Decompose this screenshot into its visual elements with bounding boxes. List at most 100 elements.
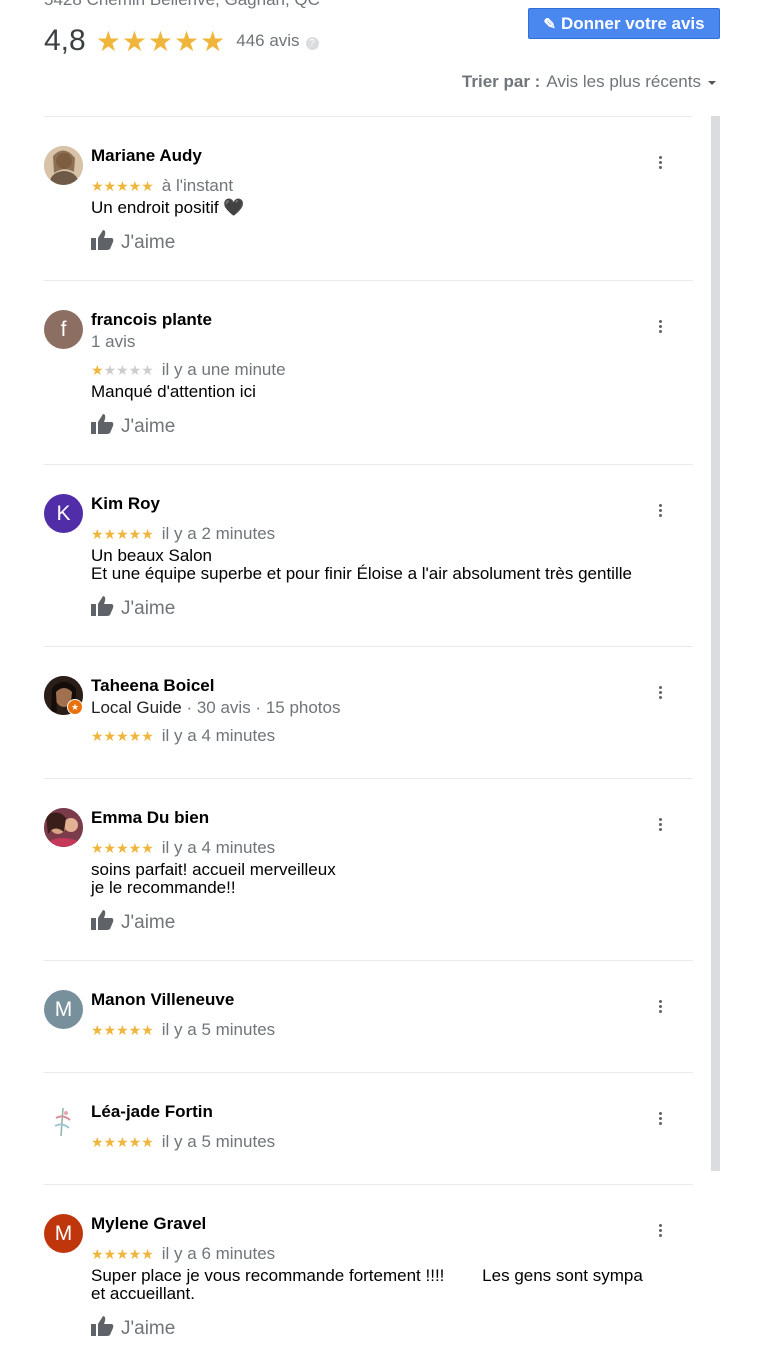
review-rating: ★★★★★ il y a 6 minutes bbox=[91, 1244, 275, 1264]
review-time: à l'instant bbox=[161, 176, 234, 195]
more-options-icon[interactable] bbox=[656, 503, 664, 518]
review-time: il y a 6 minutes bbox=[161, 1244, 276, 1263]
star-rating-icon: ★★★★★ bbox=[91, 840, 154, 857]
like-button[interactable]: J'aime bbox=[91, 595, 175, 623]
thumbs-up-icon bbox=[91, 413, 114, 441]
star-rating-icon: ★★★★★ bbox=[91, 526, 154, 543]
thumbs-up-icon bbox=[91, 909, 114, 937]
review-item: Emma Du bien ★★★★★ il y a 4 minutes soin… bbox=[44, 778, 693, 961]
review-item: M Mylene Gravel ★★★★★ il y a 6 minutes S… bbox=[44, 1184, 693, 1363]
thumbs-up-icon bbox=[91, 595, 114, 623]
review-text: Un endroit positif 🖤 bbox=[91, 198, 245, 217]
review-time: il y a une minute bbox=[161, 360, 286, 379]
sort-value: Avis les plus récents bbox=[546, 72, 701, 91]
review-rating: ★★★★★ il y a 2 minutes bbox=[91, 524, 275, 544]
sort-label: Trier par : bbox=[461, 72, 541, 91]
review-item: Mariane Audy ★★★★★ à l'instant Un endroi… bbox=[44, 116, 693, 281]
reviewer-name[interactable]: francois plante bbox=[91, 310, 212, 330]
stars-filled: ★ bbox=[91, 361, 104, 378]
review-text: soins parfait! accueil merveilleux je le… bbox=[91, 860, 336, 897]
review-rating: ★★★★★ il y a 5 minutes bbox=[91, 1132, 275, 1152]
review-time: il y a 5 minutes bbox=[161, 1020, 276, 1039]
write-review-button[interactable]: ✎ Donner votre avis bbox=[528, 8, 720, 39]
star-rating-icon: ★★★★★ bbox=[91, 178, 154, 195]
avatar[interactable]: f bbox=[44, 310, 83, 349]
reviewer-meta: 1 avis bbox=[91, 332, 136, 351]
more-options-icon[interactable] bbox=[656, 155, 664, 170]
reviewer-name[interactable]: Taheena Boicel bbox=[91, 676, 214, 696]
star-rating-icon: ★★★★★ bbox=[91, 728, 154, 745]
reviewer-name[interactable]: Manon Villeneuve bbox=[91, 990, 234, 1010]
avatar[interactable]: M bbox=[44, 990, 83, 1029]
more-options-icon[interactable] bbox=[656, 1223, 664, 1238]
reviewer-name[interactable]: Mariane Audy bbox=[91, 146, 202, 166]
like-button[interactable]: J'aime bbox=[91, 413, 175, 441]
stars-filled: ★★★★★ bbox=[91, 1133, 154, 1150]
stars-filled: ★★★★★ bbox=[91, 1245, 154, 1262]
reviewer-name[interactable]: Kim Roy bbox=[91, 494, 160, 514]
stars-filled: ★★★★★ bbox=[91, 177, 154, 194]
stars-filled: ★★★★★ bbox=[91, 525, 154, 542]
like-label: J'aime bbox=[121, 416, 176, 437]
review-item: f francois plante 1 avis ★★★★★ il y a un… bbox=[44, 280, 693, 465]
more-options-icon[interactable] bbox=[656, 319, 664, 334]
more-options-icon[interactable] bbox=[656, 685, 664, 700]
review-rating: ★★★★★ à l'instant bbox=[91, 176, 233, 196]
review-count-link[interactable]: 446 avis bbox=[236, 31, 299, 51]
review-time: il y a 4 minutes bbox=[161, 838, 276, 857]
stars-filled: ★★★★★ bbox=[91, 839, 154, 856]
review-item: Léa-jade Fortin ★★★★★ il y a 5 minutes bbox=[44, 1072, 693, 1185]
local-guide-label: Local Guide bbox=[91, 698, 182, 717]
review-item: ★ Taheena Boicel Local Guide · 30 avis ·… bbox=[44, 646, 693, 779]
avatar[interactable]: M bbox=[44, 1214, 83, 1253]
local-guide-badge-icon: ★ bbox=[67, 699, 83, 715]
review-time: il y a 2 minutes bbox=[161, 524, 276, 543]
more-options-icon[interactable] bbox=[656, 1111, 664, 1126]
rating-summary: 4,8 ★★★★★ 446 avis ? bbox=[44, 24, 319, 58]
reviewer-meta: Local Guide · 30 avis · 15 photos bbox=[91, 698, 341, 718]
scrollbar[interactable] bbox=[711, 116, 720, 1171]
like-label: J'aime bbox=[121, 1318, 176, 1339]
avatar[interactable] bbox=[44, 146, 83, 185]
avatar[interactable]: ★ bbox=[44, 676, 83, 715]
like-button[interactable]: J'aime bbox=[91, 229, 175, 257]
rating-score: 4,8 bbox=[44, 24, 86, 57]
like-button[interactable]: J'aime bbox=[91, 909, 175, 937]
like-button[interactable]: J'aime bbox=[91, 1315, 175, 1343]
caret-down-icon bbox=[708, 81, 716, 85]
more-options-icon[interactable] bbox=[656, 999, 664, 1014]
review-time: il y a 4 minutes bbox=[161, 726, 276, 745]
like-label: J'aime bbox=[121, 912, 176, 933]
reviewer-stats: · 30 avis · 15 photos bbox=[181, 698, 341, 717]
sort-dropdown[interactable]: Avis les plus récents bbox=[546, 72, 716, 92]
reviewer-name[interactable]: Emma Du bien bbox=[91, 808, 209, 828]
reviewer-name[interactable]: Mylene Gravel bbox=[91, 1214, 206, 1234]
more-options-icon[interactable] bbox=[656, 817, 664, 832]
review-text: Un beaux Salon Et une équipe superbe et … bbox=[91, 546, 632, 583]
reviewer-name[interactable]: Léa-jade Fortin bbox=[91, 1102, 213, 1122]
stars-filled: ★★★★★ bbox=[91, 727, 154, 744]
review-rating: ★★★★★ il y a 5 minutes bbox=[91, 1020, 275, 1040]
rating-stars: ★★★★★ bbox=[95, 25, 227, 57]
review-time: il y a 5 minutes bbox=[161, 1132, 276, 1151]
review-item: M Manon Villeneuve ★★★★★ il y a 5 minute… bbox=[44, 960, 693, 1073]
stars-empty: ★★★★ bbox=[103, 361, 154, 378]
review-rating: ★★★★★ il y a 4 minutes bbox=[91, 838, 275, 858]
address-line: 5428 Chemin Bellerive, Gagnan, QC bbox=[44, 0, 320, 10]
star-rating-icon: ★★★★★ bbox=[91, 1246, 154, 1263]
like-label: J'aime bbox=[121, 232, 176, 253]
avatar[interactable]: K bbox=[44, 494, 83, 533]
review-rating: ★★★★★ il y a une minute bbox=[91, 360, 286, 380]
avatar-letter: K bbox=[56, 501, 71, 525]
avatar[interactable] bbox=[44, 1102, 83, 1141]
thumbs-up-icon bbox=[91, 229, 114, 257]
avatar[interactable] bbox=[44, 808, 83, 847]
star-rating-icon: ★★★★★ bbox=[91, 1022, 154, 1039]
like-label: J'aime bbox=[121, 598, 176, 619]
thumbs-up-icon bbox=[91, 1315, 114, 1343]
write-review-label: Donner votre avis bbox=[560, 13, 705, 33]
avatar-letter: M bbox=[54, 1221, 73, 1245]
help-icon[interactable]: ? bbox=[305, 36, 319, 50]
star-rating-icon: ★★★★★ bbox=[91, 1134, 154, 1151]
review-item: K Kim Roy ★★★★★ il y a 2 minutes Un beau… bbox=[44, 464, 693, 647]
